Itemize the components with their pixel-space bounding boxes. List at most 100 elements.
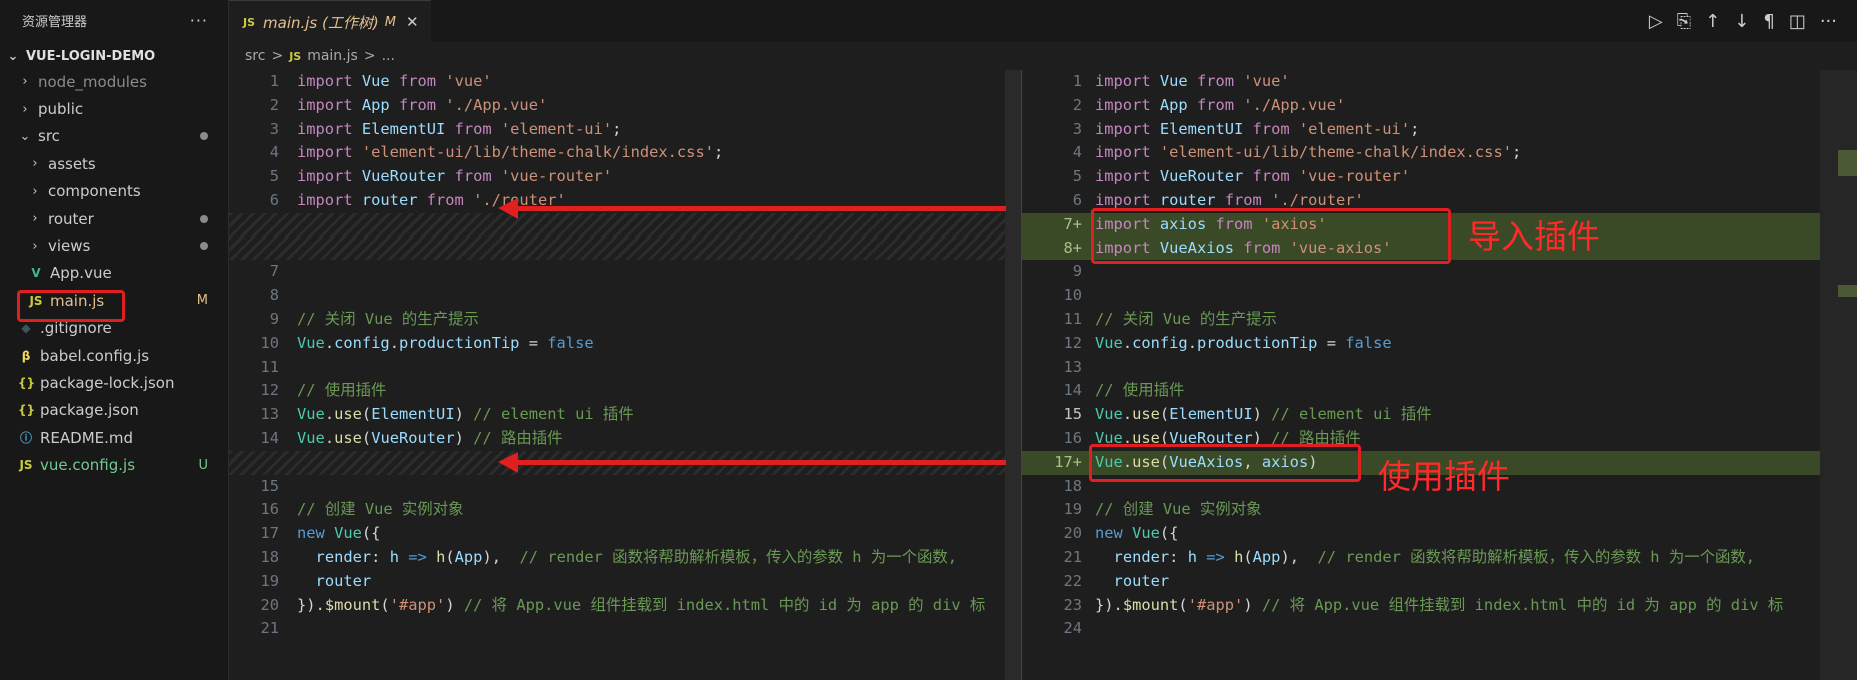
- code-line[interactable]: 23}).$mount('#app') // 将 App.vue 组件挂载到 i…: [1022, 594, 1857, 618]
- code-token: 'vue-router': [500, 167, 613, 186]
- open-changes-icon[interactable]: ⎘: [1677, 11, 1691, 32]
- next-change-icon[interactable]: ↓: [1734, 11, 1749, 32]
- code-text: Vue.config.productionTip = false: [297, 332, 594, 356]
- code-line[interactable]: 7: [229, 260, 1021, 284]
- whitespace-icon[interactable]: ¶: [1763, 11, 1774, 32]
- code-token: router: [315, 571, 372, 590]
- code-line[interactable]: 20}).$mount('#app') // 将 App.vue 组件挂载到 i…: [229, 594, 1021, 618]
- tab-label: main.js (工作树): [263, 13, 379, 32]
- code-line[interactable]: 21: [229, 617, 1021, 641]
- split-editor-icon[interactable]: ◫: [1789, 11, 1806, 32]
- code-text: Vue.use(ElementUI) // element ui 插件: [1095, 403, 1432, 427]
- diff-original-pane[interactable]: 1 import Vue from 'vue' 2 import App from '…: [229, 70, 1021, 680]
- diff-modified-pane[interactable]: 1 import Vue from 'vue' 2 import App from '…: [1022, 70, 1857, 680]
- code-line[interactable]: 24: [1022, 617, 1857, 641]
- code-line[interactable]: 14 // 使用插件: [1022, 379, 1857, 403]
- breadcrumb-folder[interactable]: src: [245, 48, 265, 64]
- file-tree-item[interactable]: › public: [0, 95, 228, 122]
- code-line[interactable]: 13 Vue.use(ElementUI) // element ui 插件: [229, 403, 1021, 427]
- file-tree-item[interactable]: ⓘ README.md: [0, 424, 228, 451]
- code-line[interactable]: 3 import ElementUI from 'element-ui';: [229, 118, 1021, 142]
- code-line[interactable]: 2 import App from './App.vue': [1022, 94, 1857, 118]
- line-number: 21: [1063, 547, 1082, 566]
- code-line[interactable]: 10: [1022, 284, 1857, 308]
- code-token: Vue: [1132, 524, 1160, 543]
- chevron-down-icon: ⌄: [7, 48, 19, 64]
- code-token: .: [324, 405, 335, 424]
- code-line[interactable]: 8: [229, 284, 1021, 308]
- code-line[interactable]: 5 import VueRouter from 'vue-router': [229, 165, 1021, 189]
- run-icon[interactable]: ▷: [1649, 11, 1663, 32]
- code-line[interactable]: 4 import 'element-ui/lib/theme-chalk/inde…: [229, 141, 1021, 165]
- code-line[interactable]: 10 Vue.config.productionTip = false: [229, 332, 1021, 356]
- code-token: import: [297, 143, 362, 162]
- code-text: import 'element-ui/lib/theme-chalk/index…: [297, 141, 723, 165]
- code-line[interactable]: 3 import ElementUI from 'element-ui';: [1022, 118, 1857, 142]
- pane-scrollbar[interactable]: [1005, 70, 1021, 680]
- code-line[interactable]: 5 import VueRouter from 'vue-router': [1022, 165, 1857, 189]
- code-token: ): [1243, 595, 1262, 614]
- code-line[interactable]: 20 new Vue({: [1022, 522, 1857, 546]
- git-modified-dot: [200, 132, 208, 141]
- code-line[interactable]: 17 new Vue({: [229, 522, 1021, 546]
- file-tree-label: babel.config.js: [40, 346, 150, 365]
- code-token: 'vue': [1243, 72, 1290, 90]
- code-token: (: [1178, 595, 1188, 614]
- code-token: VueRouter: [371, 428, 455, 447]
- code-line[interactable]: 14 Vue.use(VueRouter) // 路由插件: [229, 427, 1021, 451]
- file-tree-item[interactable]: › node_modules: [0, 68, 228, 95]
- code-text: // 使用插件: [1095, 379, 1184, 403]
- code-line[interactable]: 15 Vue.use(ElementUI) // element ui 插件: [1022, 403, 1857, 427]
- more-actions-icon[interactable]: ···: [190, 11, 208, 30]
- code-line[interactable]: 4 import 'element-ui/lib/theme-chalk/inde…: [1022, 141, 1857, 165]
- code-text: Vue.config.productionTip = false: [1095, 332, 1392, 356]
- close-icon[interactable]: ✕: [406, 13, 419, 31]
- line-number: 2: [269, 95, 279, 114]
- code-line[interactable]: 13: [1022, 356, 1857, 380]
- chevron-right-icon: ›: [32, 211, 38, 227]
- file-tree-item[interactable]: V App.vue: [0, 260, 228, 287]
- highlight-box-imports: [1091, 208, 1451, 264]
- workspace-root[interactable]: ⌄ VUE-LOGIN-DEMO: [0, 44, 228, 68]
- code-token: =>: [398, 547, 437, 566]
- code-line[interactable]: 2 import App from './App.vue': [229, 94, 1021, 118]
- file-tree-item[interactable]: › assets: [0, 150, 228, 177]
- code-line[interactable]: 19 // 创建 Vue 实例对象: [1022, 498, 1857, 522]
- breadcrumb-symbol[interactable]: ...: [382, 48, 395, 64]
- code-line[interactable]: 15: [229, 475, 1021, 499]
- code-line[interactable]: 16 // 创建 Vue 实例对象: [229, 498, 1021, 522]
- code-line[interactable]: 1 import Vue from 'vue': [1022, 70, 1857, 94]
- code-token: (: [1159, 405, 1170, 424]
- file-tree-item[interactable]: {} package.json: [0, 397, 228, 424]
- more-actions-icon[interactable]: ···: [1820, 11, 1837, 32]
- file-tree-item[interactable]: {} package-lock.json: [0, 369, 228, 396]
- file-tree-item[interactable]: JS vue.config.js U: [0, 451, 228, 478]
- code-line[interactable]: 18 render: h => h(App), // render 函数将帮助解…: [229, 546, 1021, 570]
- line-number: 6: [1072, 190, 1082, 209]
- code-line-placeholder[interactable]: [229, 212, 1021, 237]
- code-line-placeholder[interactable]: [229, 236, 1021, 261]
- line-number: 24: [1063, 619, 1082, 638]
- code-line[interactable]: 11 // 关闭 Vue 的生产提示: [1022, 308, 1857, 332]
- modified-badge: M: [384, 14, 396, 30]
- previous-change-icon[interactable]: ↑: [1705, 11, 1720, 32]
- tab-main-js[interactable]: JS main.js (工作树) M ✕: [229, 0, 431, 43]
- code-line[interactable]: 11: [229, 356, 1021, 380]
- file-tree-item[interactable]: ⌄ src: [0, 123, 228, 150]
- file-tree-item[interactable]: › router: [0, 205, 228, 232]
- annotation-arrow: [498, 198, 1006, 219]
- file-tree-item[interactable]: β babel.config.js: [0, 342, 228, 369]
- code-token: router: [1159, 190, 1225, 209]
- code-line[interactable]: 22 router: [1022, 570, 1857, 594]
- code-line[interactable]: 19 router: [229, 570, 1021, 594]
- line-number: 21: [260, 619, 279, 638]
- code-line[interactable]: 12 Vue.config.productionTip = false: [1022, 332, 1857, 356]
- file-tree-item[interactable]: › views: [0, 232, 228, 259]
- code-line[interactable]: 9 // 关闭 Vue 的生产提示: [229, 308, 1021, 332]
- code-line[interactable]: 21 render: h => h(App), // render 函数将帮助解…: [1022, 546, 1857, 570]
- code-line[interactable]: 1 import Vue from 'vue': [229, 70, 1021, 94]
- breadcrumb-file[interactable]: main.js: [307, 48, 358, 64]
- code-line[interactable]: 12 // 使用插件: [229, 379, 1021, 403]
- code-token: // 关闭 Vue 的生产提示: [297, 309, 479, 328]
- file-tree-item[interactable]: › components: [0, 178, 228, 205]
